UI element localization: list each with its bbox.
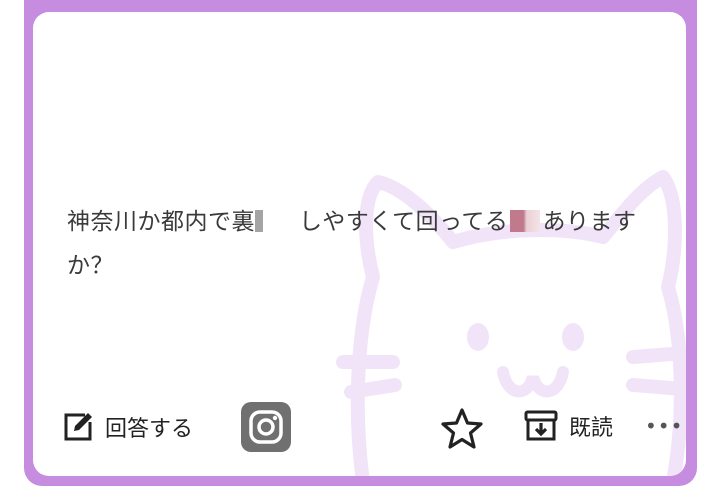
more-dots-icon: ••• — [645, 414, 684, 438]
action-toolbar: 回答する 既読 ••• — [33, 402, 686, 454]
archive-icon — [524, 410, 558, 441]
favorite-button[interactable] — [439, 407, 485, 451]
question-text: 神奈川か都内で裏 しやすくて回ってる ありますか？ — [67, 200, 667, 288]
question-text-part1: 神奈川か都内で裏 — [67, 209, 255, 235]
edit-icon — [64, 413, 92, 441]
answer-label: 回答する — [105, 417, 194, 442]
instagram-icon — [249, 410, 283, 444]
redacted-blur — [255, 210, 263, 232]
mark-read-button[interactable]: 既読 — [523, 408, 613, 444]
instagram-share-button[interactable] — [241, 402, 291, 452]
question-card: 神奈川か都内で裏 しやすくて回ってる ありますか？ 回答する 既読 ••• — [33, 12, 686, 476]
redacted-blur-pink — [510, 210, 541, 232]
more-options-button[interactable]: ••• — [645, 414, 683, 438]
read-label: 既読 — [569, 416, 614, 441]
answer-button[interactable]: 回答する — [61, 410, 193, 444]
star-icon — [441, 408, 483, 449]
question-text-part2: しやすくて回ってる — [299, 209, 509, 235]
